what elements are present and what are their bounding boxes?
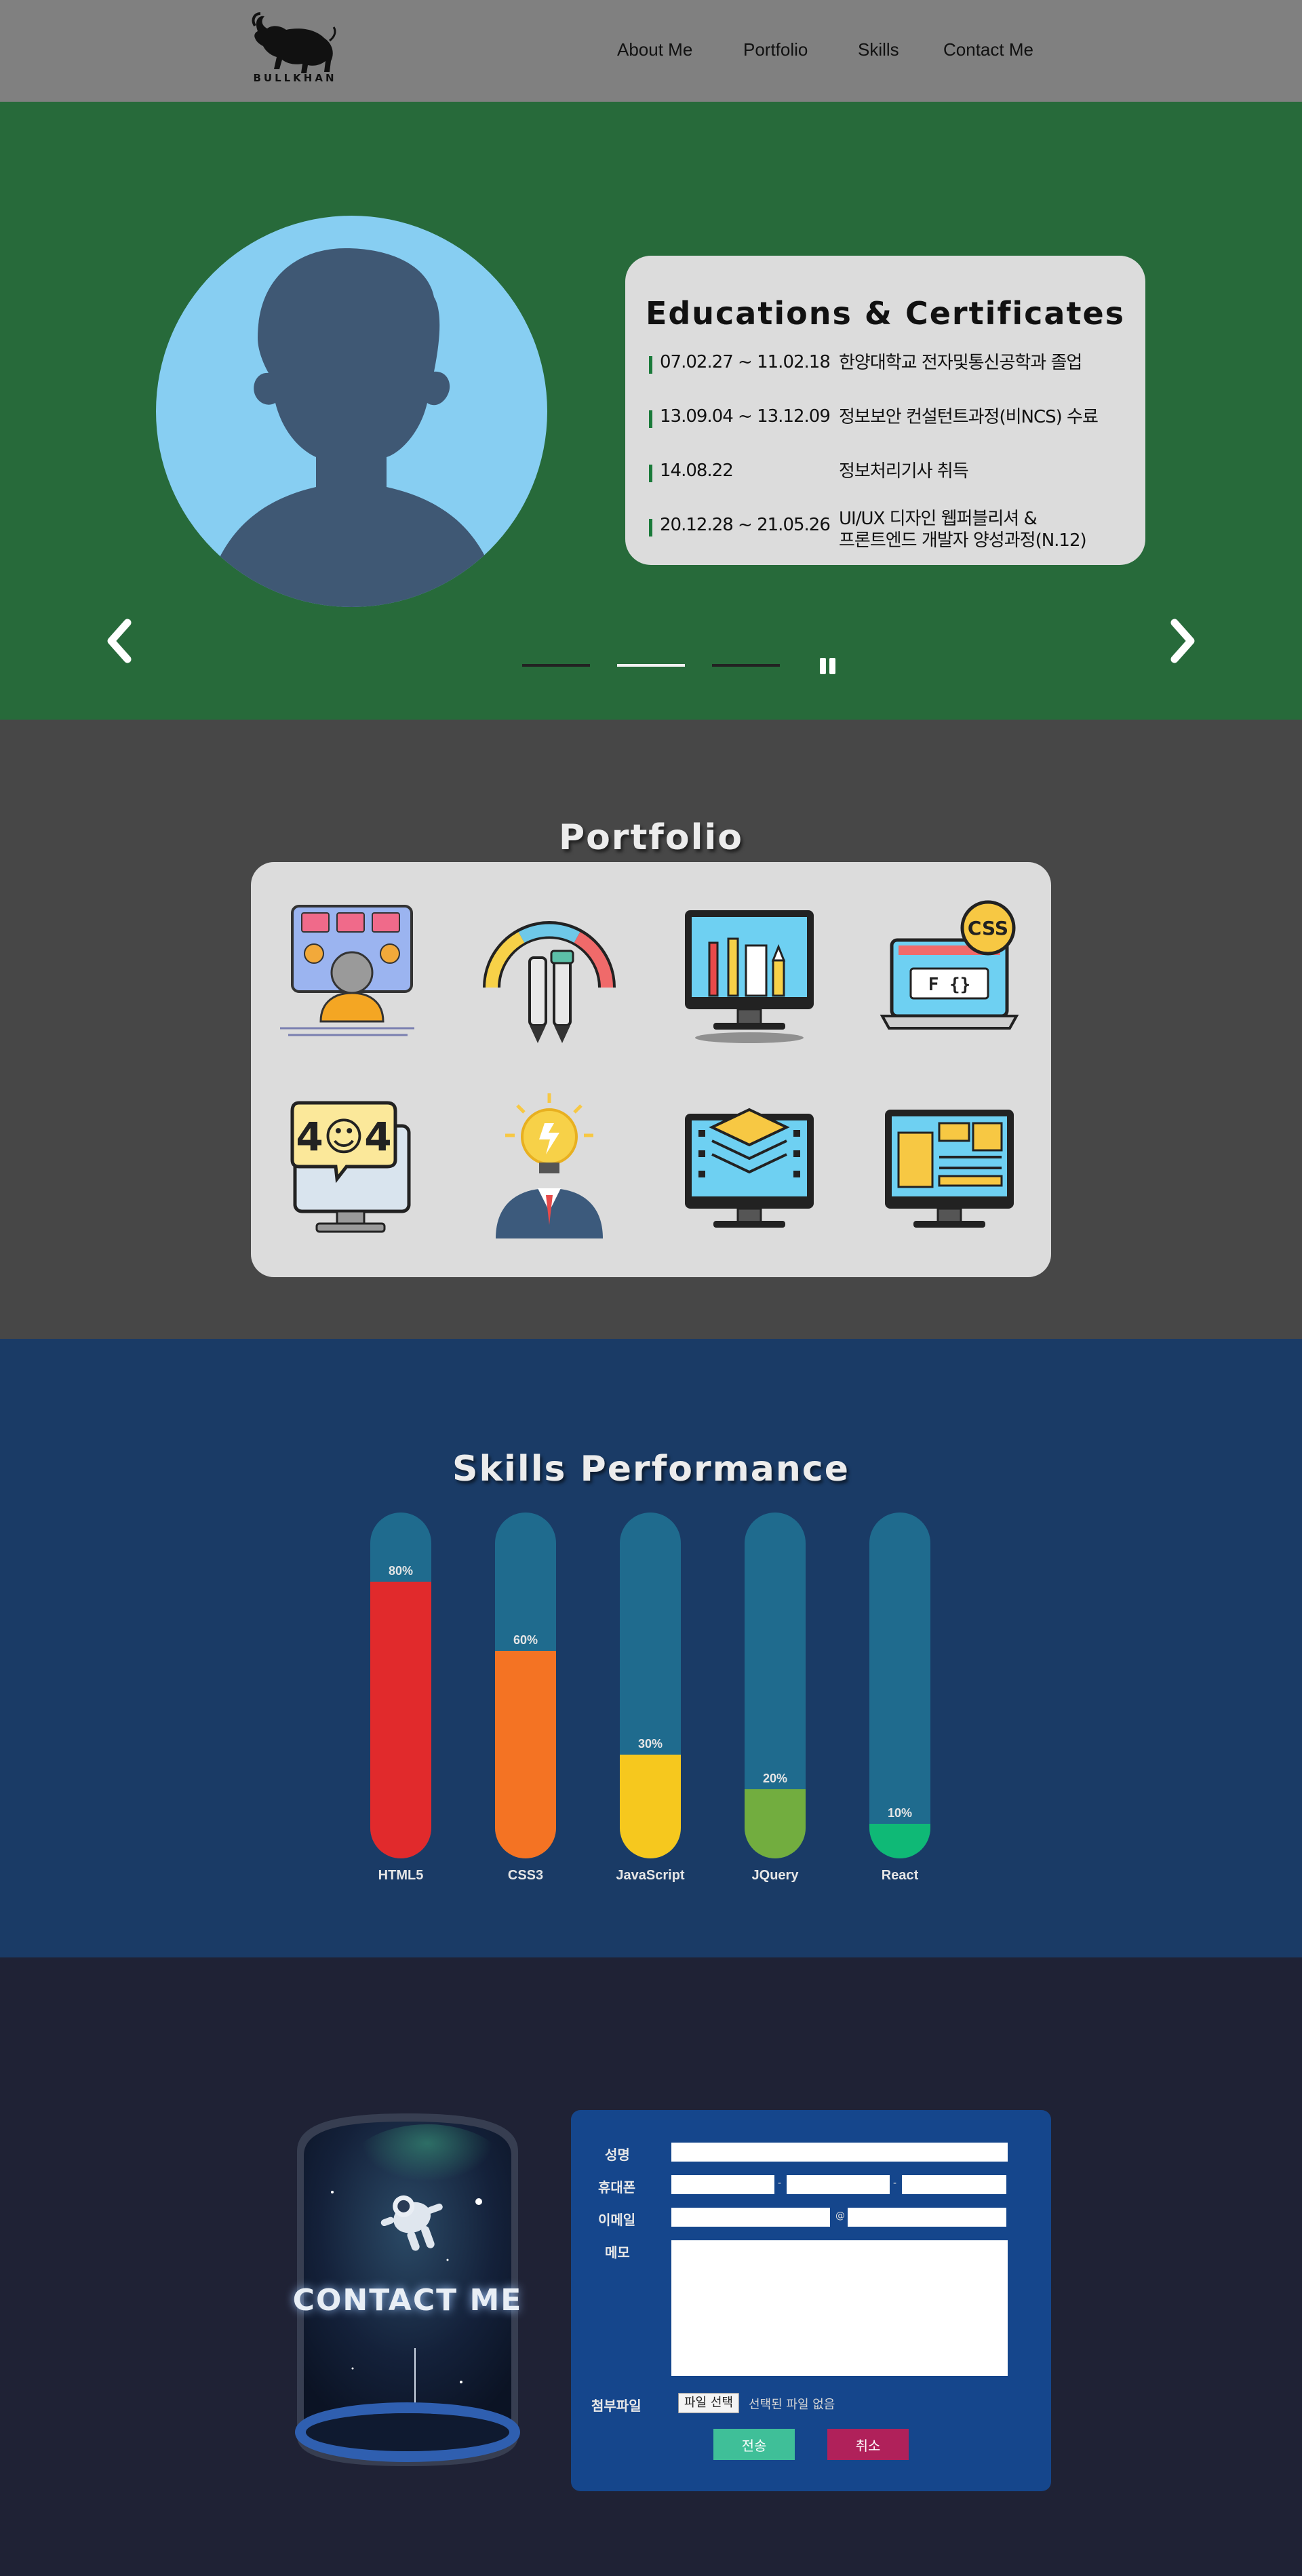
carousel-dot-1[interactable]	[522, 664, 590, 667]
chevron-right-icon[interactable]	[1161, 617, 1202, 665]
education-row: 13.09.04 ~ 13.12.09 정보보안 컨설턴트과정(비NCS) 수료	[649, 406, 1137, 447]
phone-separator: -	[778, 2178, 782, 2189]
phone-input-1[interactable]	[671, 2175, 774, 2194]
education-desc: 한양대학교 전자및통신공학과 졸업	[839, 353, 1082, 373]
email-at-sign: @	[835, 2210, 845, 2221]
skill-bar: 20% JQuery	[745, 1513, 806, 1892]
carousel-dot-2[interactable]	[617, 664, 685, 667]
row-marker	[649, 356, 652, 374]
education-date: 13.09.04 ~ 13.12.09	[660, 406, 831, 427]
education-row: 14.08.22 정보처리기사 취득	[649, 461, 1137, 501]
phone-label: 휴대폰	[598, 2179, 636, 2196]
contact-me-label: CONTACT ME	[292, 2283, 523, 2318]
portfolio-grid: F {} CSS 4☺4	[251, 862, 1051, 1277]
education-date: 07.02.27 ~ 11.02.18	[660, 352, 831, 372]
layers-monitor-icon[interactable]	[671, 1089, 827, 1245]
file-select-button[interactable]: 파일 선택	[678, 2393, 739, 2413]
phone-input-2[interactable]	[787, 2175, 890, 2194]
nav-contact-me[interactable]: Contact Me	[943, 39, 1033, 60]
email-user-input[interactable]	[671, 2208, 830, 2227]
file-status-text: 선택된 파일 없음	[749, 2398, 835, 2412]
css-laptop-icon[interactable]: F {} CSS	[871, 893, 1027, 1049]
education-row: 20.12.28 ~ 21.05.26 UI/UX 디자인 웹퍼블리셔 & 프론…	[649, 508, 1137, 555]
submit-button[interactable]: 전송	[713, 2429, 795, 2460]
svg-text:4☺4: 4☺4	[296, 1114, 391, 1160]
portfolio-title: Portfolio	[558, 817, 744, 858]
name-input[interactable]	[671, 2143, 1008, 2162]
education-desc: UI/UX 디자인 웹퍼블리셔 & 프론트엔드 개발자 양성과정(N.12)	[839, 509, 1087, 551]
skill-bar: 30% JavaScript	[616, 1513, 685, 1892]
skill-bar: 10% React	[869, 1513, 930, 1892]
skill-percent: 80%	[388, 1564, 414, 1578]
memo-label: 메모	[605, 2244, 630, 2261]
chevron-left-icon[interactable]	[100, 617, 141, 665]
email-label: 이메일	[598, 2212, 636, 2228]
logo-text: BULLKHAN	[253, 72, 337, 84]
skill-name: HTML5	[378, 1868, 424, 1883]
skills-section: Skills Performance 80% HTML5 60% CSS3 30% Jav…	[0, 1339, 1302, 1957]
skill-bar: 60% CSS3	[495, 1513, 556, 1892]
skill-fill	[869, 1824, 930, 1858]
skill-name: JavaScript	[616, 1868, 685, 1883]
hero-carousel: Educations & Certificates 07.02.27 ~ 11.…	[0, 102, 1302, 720]
name-label: 성명	[605, 2147, 630, 2163]
nav-skills[interactable]: Skills	[858, 39, 899, 60]
profile-avatar	[156, 216, 547, 607]
education-card: Educations & Certificates 07.02.27 ~ 11.…	[625, 256, 1145, 565]
skill-fill	[745, 1789, 806, 1858]
cancel-button[interactable]: 취소	[827, 2429, 909, 2460]
skill-track	[495, 1513, 556, 1858]
portfolio-section: Portfolio F {} CSS 4☺4	[0, 720, 1302, 1339]
svg-text:CSS: CSS	[968, 917, 1008, 939]
skill-bar: 80% HTML5	[370, 1513, 431, 1892]
graphic-design-monitor-icon[interactable]	[671, 893, 827, 1049]
phone-input-3[interactable]	[902, 2175, 1006, 2194]
skill-percent: 30%	[637, 1737, 663, 1751]
skill-fill	[620, 1755, 681, 1858]
main-nav: About Me Portfolio Skills Contact Me	[0, 39, 1302, 64]
nav-about-me[interactable]: About Me	[617, 39, 692, 60]
svg-text:F {}: F {}	[928, 975, 971, 995]
email-domain-input[interactable]	[848, 2208, 1006, 2227]
skill-track	[620, 1513, 681, 1858]
pause-icon[interactable]	[818, 655, 838, 676]
education-desc: 정보처리기사 취득	[839, 461, 969, 482]
education-card-title: Educations & Certificates	[645, 295, 1126, 332]
education-date: 14.08.22	[660, 461, 734, 481]
web-layout-monitor-icon[interactable]	[871, 1089, 1027, 1245]
row-marker	[649, 519, 652, 536]
row-marker	[649, 410, 652, 428]
site-header: BULLKHAN About Me Portfolio Skills Conta…	[0, 0, 1302, 102]
carousel-dot-3[interactable]	[712, 664, 780, 667]
phone-separator: -	[893, 2178, 897, 2189]
memo-textarea[interactable]	[671, 2240, 1008, 2376]
developer-monitor-icon[interactable]	[272, 893, 428, 1049]
nav-portfolio[interactable]: Portfolio	[743, 39, 808, 60]
skill-track	[745, 1513, 806, 1858]
education-date: 20.12.28 ~ 21.05.26	[660, 515, 831, 535]
contact-form: 성명 휴대폰 - - 이메일 @ 메모 첨부파일 파일 선택 선택된 파일 없음…	[571, 2110, 1051, 2491]
idea-businessman-icon[interactable]	[471, 1089, 627, 1245]
design-tools-icon[interactable]	[471, 893, 627, 1049]
contact-section: CONTACT ME 성명 휴대폰 - - 이메일 @ 메모 첨부파일 파일 선…	[0, 1957, 1302, 2576]
skill-percent: 60%	[513, 1633, 538, 1647]
skill-name: JQuery	[751, 1868, 799, 1883]
skill-percent: 10%	[887, 1806, 913, 1820]
education-row: 07.02.27 ~ 11.02.18 한양대학교 전자및통신공학과 졸업	[649, 352, 1137, 393]
skills-title: Skills Performance	[452, 1449, 850, 1489]
skill-fill	[370, 1582, 431, 1858]
error-404-monitor-icon[interactable]: 4☺4	[272, 1089, 428, 1245]
skill-name: CSS3	[507, 1868, 544, 1883]
education-desc: 정보보안 컨설턴트과정(비NCS) 수료	[839, 407, 1099, 427]
skill-fill	[495, 1651, 556, 1858]
skill-percent: 20%	[762, 1772, 788, 1785]
attachment-label: 첨부파일	[591, 2398, 642, 2414]
row-marker	[649, 465, 652, 482]
skill-name: React	[881, 1868, 919, 1883]
